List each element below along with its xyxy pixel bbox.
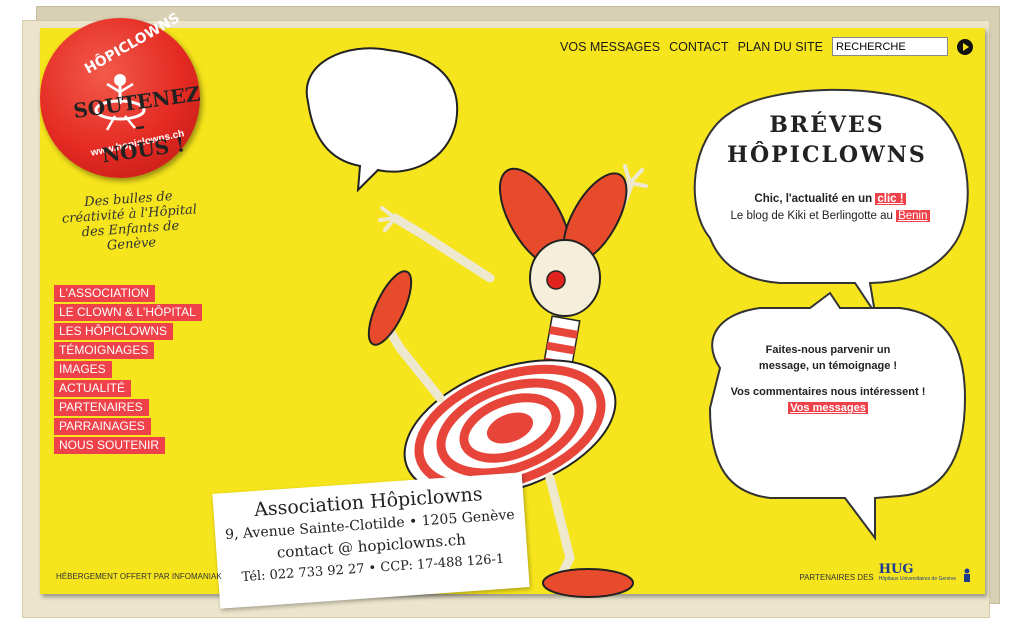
address-card: Association Hôpiclowns 9, Avenue Sainte-… [212, 472, 530, 609]
hug-emblem-icon [964, 568, 970, 582]
side-nav-nous-soutenir[interactable]: NOUS SOUTENIR [54, 437, 166, 454]
side-nav-hopiclowns[interactable]: LES HÔPICLOWNS [54, 323, 174, 340]
side-nav-association[interactable]: L'ASSOCIATION [54, 285, 156, 302]
partners-label: PARTENAIRES DES [799, 573, 874, 582]
side-nav-clown-hopital[interactable]: LE CLOWN & L'HÔPITAL [54, 304, 202, 321]
main-panel: VOS MESSAGES CONTACT PLAN DU SITE HÔPICL… [40, 10, 985, 609]
news-item-2: Le blog de Kiki et Berlingotte au Benin [680, 210, 980, 222]
breves-title-line-1: BRÉVES [769, 112, 885, 138]
top-nav: VOS MESSAGES CONTACT PLAN DU SITE [560, 37, 973, 56]
news-item-1: Chic, l'actualité en un clic ! [680, 193, 980, 205]
side-nav-parrainages[interactable]: PARRAINAGES [54, 418, 151, 435]
messages-link[interactable]: Vos messages [788, 402, 868, 414]
news-item-1-link[interactable]: clic ! [875, 193, 906, 205]
side-nav-temoignages[interactable]: TÉMOIGNAGES [54, 342, 155, 359]
nav-sitemap-link[interactable]: PLAN DU SITE [738, 40, 823, 54]
hosting-credit[interactable]: HÉBERGEMENT OFFERT PAR INFOMANIAK [56, 572, 222, 581]
hug-logo-text: HUG [878, 562, 914, 577]
nav-contact-link[interactable]: CONTACT [669, 40, 729, 54]
news-item-2-link[interactable]: Benin [896, 210, 930, 222]
news-item-1-text: Chic, l'actualité en un [754, 193, 876, 205]
side-nav-partenaires[interactable]: PARTENAIRES [54, 399, 149, 416]
search-input[interactable] [832, 37, 948, 56]
messages-line-3: Vos commentaires nous intéressent ! [730, 386, 926, 398]
hug-logo[interactable]: HUG Hôpitaux Universitaires de Genève [878, 562, 956, 582]
nav-messages-link[interactable]: VOS MESSAGES [560, 40, 660, 54]
side-nav-images[interactable]: IMAGES [54, 361, 112, 378]
hug-logo-subtitle: Hôpitaux Universitaires de Genève [878, 576, 956, 582]
side-nav-actualite[interactable]: ACTUALITÉ [54, 380, 132, 397]
partners-footer: PARTENAIRES DES HUG Hôpitaux Universitai… [799, 562, 973, 582]
news-item-2-text: Le blog de Kiki et Berlingotte au [730, 210, 897, 222]
messages-box: Faites-nous parvenir un message, un témo… [708, 342, 948, 416]
search-go-button[interactable] [957, 38, 973, 55]
messages-line-2: message, un témoignage ! [758, 360, 898, 372]
breves-title-line-2: HÔPICLOWNS [727, 142, 927, 168]
site-tagline: Des bulles de créativité à l'Hôpital des… [61, 188, 198, 254]
messages-line-1: Faites-nous parvenir un [765, 344, 891, 356]
breves-title: BRÉVES HÔPICLOWNS [712, 110, 942, 170]
side-nav: L'ASSOCIATION LE CLOWN & L'HÔPITAL LES H… [54, 285, 202, 454]
